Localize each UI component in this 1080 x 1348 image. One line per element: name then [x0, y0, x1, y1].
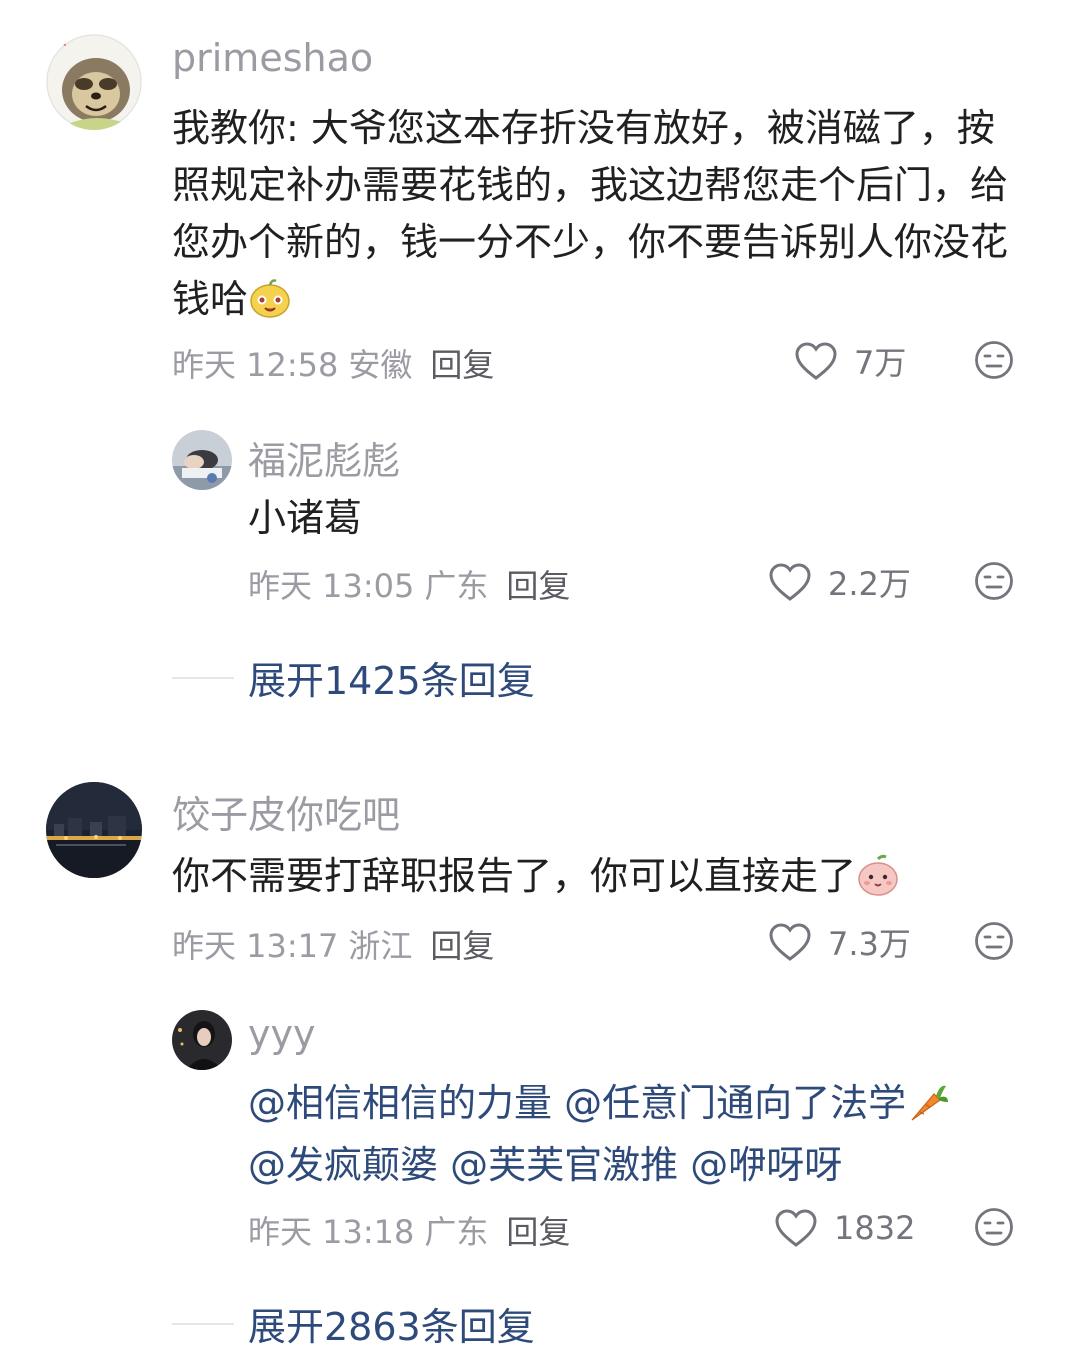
avatar[interactable]	[172, 430, 232, 490]
comment-username[interactable]: 饺子皮你吃吧	[172, 784, 400, 839]
mention-link[interactable]: @发疯颠婆	[248, 1143, 438, 1187]
comment-time: 昨天 12:58	[172, 346, 339, 384]
reply-button[interactable]: 回复	[506, 567, 570, 605]
night-city-avatar	[46, 782, 142, 878]
comment-meta: 昨天 13:17 浙江 回复	[172, 921, 494, 967]
reply-location: 广东	[424, 1213, 489, 1251]
expand-replies-button[interactable]: 展开2863条回复	[172, 1296, 535, 1348]
dislike-button[interactable]	[974, 340, 1014, 380]
reply-username[interactable]: 福泥彪彪	[248, 430, 400, 485]
heart-icon	[795, 342, 837, 380]
like-button[interactable]: 2.2万	[768, 560, 911, 604]
comment-list: primeshao 我教你: 大爷您这本存折没有放好，被消磁了，按照规定补办需要…	[0, 0, 1080, 1348]
heart-icon	[769, 563, 811, 601]
divider-line	[172, 676, 234, 679]
reply-meta: 昨天 13:05 广东 回复	[248, 561, 570, 607]
reply-username[interactable]: yyy	[248, 1012, 315, 1056]
expand-replies-label: 展开1425条回复	[248, 659, 535, 703]
sloth-avatar-icon	[46, 34, 142, 130]
pink-dumpling-emoji	[856, 853, 900, 897]
reply-text: @相信相信的力量 @任意门通向了法学 @发疯颠婆 @芙芙官激推 @咿呀呀	[248, 1072, 1048, 1196]
reply-button[interactable]: 回复	[430, 927, 494, 965]
heart-icon	[769, 923, 811, 961]
reply-button[interactable]: 回复	[430, 346, 494, 384]
dislike-button[interactable]	[974, 921, 1014, 961]
heart-icon	[775, 1209, 817, 1247]
like-button[interactable]: 1832	[774, 1206, 915, 1250]
reply-time: 昨天 13:18	[248, 1213, 415, 1251]
comment-text-body: 我教你: 大爷您这本存折没有放好，被消磁了，按照规定补办需要花钱的，我这边帮您走…	[172, 106, 1009, 321]
comment-text: 你不需要打辞职报告了，你可以直接走了	[172, 848, 1032, 905]
reply-location: 广东	[424, 567, 489, 605]
reply-button[interactable]: 回复	[506, 1213, 570, 1251]
smiling-cartoon-emoji	[248, 276, 292, 320]
like-count: 1832	[834, 1209, 916, 1247]
person-dark-avatar	[172, 1010, 232, 1070]
comment-meta: 昨天 12:58 安徽 回复	[172, 340, 494, 386]
expand-replies-button[interactable]: 展开1425条回复	[172, 650, 535, 705]
comment-time: 昨天 13:17	[172, 927, 339, 965]
mention-link[interactable]: @芙芙官激推	[450, 1143, 678, 1187]
like-count: 2.2万	[828, 565, 911, 603]
comment-username[interactable]: primeshao	[172, 36, 373, 80]
like-count: 7.3万	[828, 925, 911, 963]
like-count: 7万	[854, 344, 907, 382]
avatar[interactable]	[46, 34, 142, 130]
mention-link[interactable]: @咿呀呀	[690, 1143, 842, 1187]
carrot-emoji-icon	[911, 1085, 949, 1121]
reply-time: 昨天 13:05	[248, 567, 415, 605]
dislike-button[interactable]	[974, 561, 1014, 601]
avatar[interactable]	[172, 1010, 232, 1070]
comment-text: 我教你: 大爷您这本存折没有放好，被消磁了，按照规定补办需要花钱的，我这边帮您走…	[172, 100, 1022, 328]
comment-text-body: 你不需要打辞职报告了，你可以直接走了	[172, 854, 857, 898]
like-button[interactable]: 7万	[794, 339, 906, 383]
expand-replies-label: 展开2863条回复	[248, 1305, 535, 1348]
pink-dumpling-emoji-icon	[858, 854, 898, 896]
neutral-face-icon	[975, 922, 1013, 960]
mentions-line: @相信相信的力量 @任意门通向了法学	[248, 1072, 1048, 1134]
like-button[interactable]: 7.3万	[768, 920, 911, 964]
comment-location: 安徽	[348, 346, 413, 384]
avatar[interactable]	[46, 782, 142, 878]
neutral-face-icon	[975, 1208, 1013, 1246]
smiling-cartoon-emoji-icon	[250, 279, 290, 318]
mentions-line: @发疯颠婆 @芙芙官激推 @咿呀呀	[248, 1134, 1048, 1196]
carrot-emoji	[906, 1080, 950, 1124]
mention-link[interactable]: @任意门通向了法学	[564, 1081, 906, 1125]
neutral-face-icon	[975, 562, 1013, 600]
comment-location: 浙江	[348, 927, 413, 965]
reply-meta: 昨天 13:18 广东 回复	[248, 1207, 570, 1253]
divider-line	[172, 1322, 234, 1325]
person-sleeping-avatar	[172, 430, 232, 490]
mention-link[interactable]: @相信相信的力量	[248, 1081, 552, 1125]
reply-text: 小诸葛	[248, 496, 363, 540]
dislike-button[interactable]	[974, 1207, 1014, 1247]
neutral-face-icon	[975, 341, 1013, 379]
